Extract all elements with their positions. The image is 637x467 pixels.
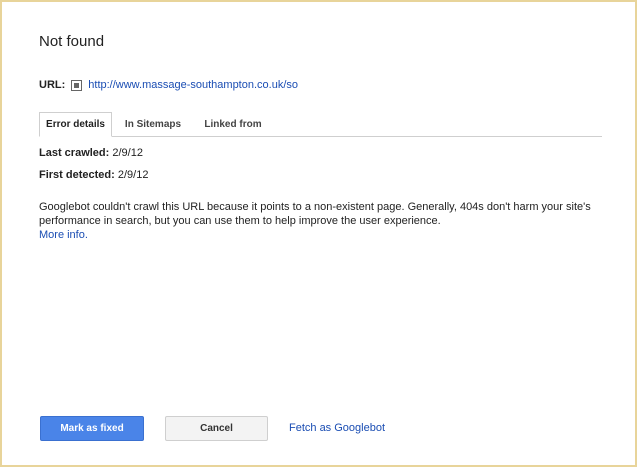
fetch-as-googlebot-link[interactable]: Fetch as Googlebot xyxy=(289,422,385,434)
first-detected-label: First detected: xyxy=(39,169,115,181)
external-link-icon[interactable] xyxy=(71,79,83,91)
mark-as-fixed-button[interactable]: Mark as fixed xyxy=(40,416,144,441)
url-link[interactable]: http://www.massage-southampton.co.uk/so xyxy=(88,79,298,91)
not-found-dialog: Not found URL: http://www.massage-southa… xyxy=(0,0,637,467)
dialog-title: Not found xyxy=(39,33,105,50)
tab-in-sitemaps[interactable]: In Sitemaps xyxy=(119,112,187,136)
tab-bar: Error details In Sitemaps Linked from xyxy=(39,112,602,137)
first-detected-row: First detected: 2/9/12 xyxy=(39,169,148,181)
first-detected-value: 2/9/12 xyxy=(117,169,149,181)
more-info-link[interactable]: More info. xyxy=(39,228,599,242)
error-description: Googlebot couldn't crawl this URL becaus… xyxy=(39,200,599,242)
last-crawled-value: 2/9/12 xyxy=(112,147,143,159)
last-crawled-label: Last crawled: xyxy=(39,147,110,159)
cancel-button[interactable]: Cancel xyxy=(165,416,268,441)
url-label: URL: xyxy=(39,79,66,91)
tab-linked-from[interactable]: Linked from xyxy=(194,112,272,136)
last-crawled-row: Last crawled: 2/9/12 xyxy=(39,147,143,159)
tab-error-details[interactable]: Error details xyxy=(39,112,112,137)
url-row: URL: http://www.massage-southampton.co.u… xyxy=(39,79,298,91)
description-text: Googlebot couldn't crawl this URL becaus… xyxy=(39,201,591,227)
